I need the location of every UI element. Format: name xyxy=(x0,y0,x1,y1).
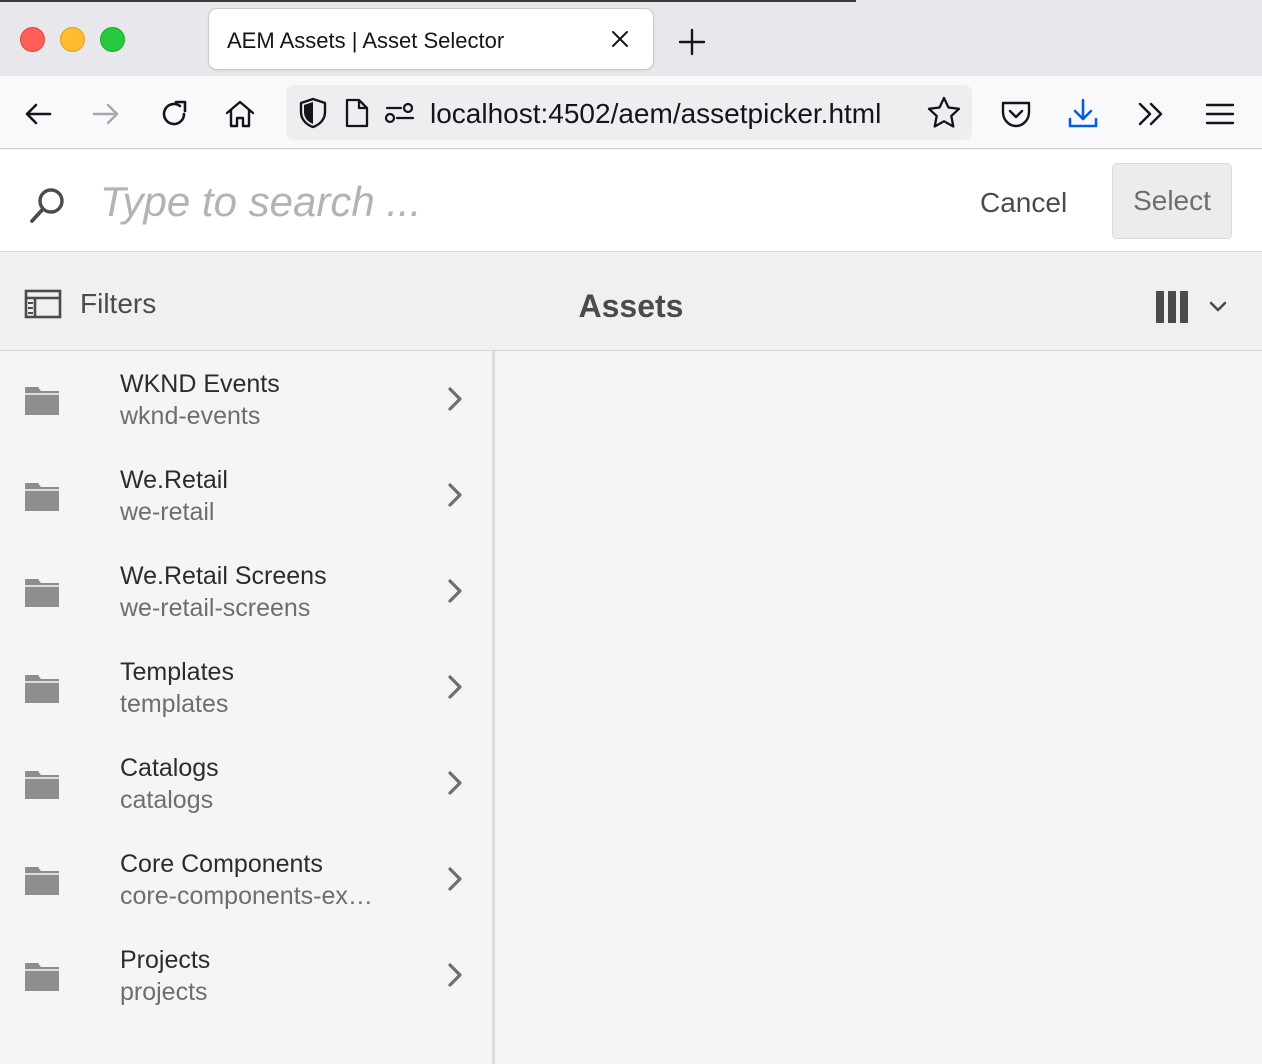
item-thumbnail xyxy=(0,447,90,543)
chevron-right-icon[interactable] xyxy=(444,866,466,892)
search-input[interactable] xyxy=(100,174,920,230)
item-thumbnail xyxy=(0,351,90,447)
browser-tab[interactable]: AEM Assets | Asset Selector xyxy=(209,9,653,69)
page-icon[interactable] xyxy=(344,97,370,129)
folder-icon xyxy=(25,387,59,415)
item-title: Projects xyxy=(120,946,211,974)
item-name: catalogs xyxy=(120,786,214,814)
item-thumbnail xyxy=(0,831,90,927)
list-item[interactable]: WKND Events wknd-events xyxy=(0,351,492,447)
item-name: we-retail-screens xyxy=(120,594,311,622)
action-bar: Filters Assets xyxy=(0,252,1262,351)
forward-arrow-icon[interactable] xyxy=(88,96,124,132)
item-title: Catalogs xyxy=(120,754,219,782)
item-text: We.Retail we-retail xyxy=(90,447,492,543)
minimize-window-button[interactable] xyxy=(60,27,85,52)
folder-icon xyxy=(25,579,59,607)
home-icon[interactable] xyxy=(222,96,258,132)
item-title: WKND Events xyxy=(120,370,280,398)
item-text: We.Retail Screens we-retail-screens xyxy=(90,543,492,639)
item-thumbnail xyxy=(0,927,90,1023)
zoom-window-button[interactable] xyxy=(100,27,125,52)
page-title: Assets xyxy=(578,288,684,324)
list-item[interactable]: We.Retail we-retail xyxy=(0,447,492,543)
close-window-button[interactable] xyxy=(20,27,45,52)
reload-icon[interactable] xyxy=(156,96,192,132)
overflow-chevrons-icon[interactable] xyxy=(1133,96,1169,132)
list-item[interactable]: Core Components core-components-exa... xyxy=(0,831,492,927)
item-text: Catalogs catalogs xyxy=(90,735,492,831)
item-name: templates xyxy=(120,690,229,718)
asset-selector-app: Cancel Select Filters Assets xyxy=(0,150,1262,1064)
cancel-button[interactable]: Cancel xyxy=(962,178,1085,228)
select-button[interactable]: Select xyxy=(1112,163,1232,239)
chevron-right-icon[interactable] xyxy=(444,386,466,412)
item-text: Core Components core-components-exa... xyxy=(90,831,492,927)
chevron-down-icon xyxy=(1209,301,1227,312)
item-title: We.Retail Screens xyxy=(120,562,327,590)
item-text: WKND Events wknd-events xyxy=(90,351,492,447)
window-top-edge xyxy=(0,0,856,2)
tab-title: AEM Assets | Asset Selector xyxy=(227,28,505,53)
folder-icon xyxy=(25,483,59,511)
view-switcher[interactable] xyxy=(1154,290,1228,324)
item-text: Projects projects xyxy=(90,927,492,1023)
list-item[interactable]: Templates templates xyxy=(0,639,492,735)
item-thumbnail xyxy=(0,639,90,735)
item-title: Templates xyxy=(120,658,234,686)
item-name: projects xyxy=(120,978,208,1006)
folder-icon xyxy=(25,771,59,799)
item-name: we-retail xyxy=(120,498,215,526)
item-name: wknd-events xyxy=(120,402,261,430)
search-bar: Cancel Select xyxy=(0,150,1262,252)
back-arrow-icon[interactable] xyxy=(20,96,56,132)
bookmark-star-icon[interactable] xyxy=(926,95,962,131)
download-icon[interactable] xyxy=(1065,96,1101,132)
list-item[interactable]: Catalogs catalogs xyxy=(0,735,492,831)
item-title: Core Components xyxy=(120,850,323,878)
chevron-right-icon[interactable] xyxy=(444,578,466,604)
empty-preview-column xyxy=(498,351,1262,1064)
list-item[interactable]: Projects projects xyxy=(0,927,492,1023)
column-view-icon xyxy=(1156,291,1188,323)
url-text[interactable]: localhost:4502/aem/assetpicker.html xyxy=(430,98,881,130)
permissions-icon[interactable] xyxy=(384,99,416,127)
close-tab-icon[interactable] xyxy=(607,26,633,52)
hamburger-menu-icon[interactable] xyxy=(1202,96,1238,132)
chevron-right-icon[interactable] xyxy=(444,962,466,988)
folder-icon xyxy=(25,867,59,895)
item-text: Templates templates xyxy=(90,639,492,735)
item-thumbnail xyxy=(0,543,90,639)
chevron-right-icon[interactable] xyxy=(444,482,466,508)
address-bar[interactable]: localhost:4502/aem/assetpicker.html xyxy=(286,85,972,140)
folder-icon xyxy=(25,675,59,703)
item-title: We.Retail xyxy=(120,466,228,494)
chevron-right-icon[interactable] xyxy=(444,770,466,796)
chevron-right-icon[interactable] xyxy=(444,674,466,700)
shield-icon[interactable] xyxy=(298,97,328,129)
search-icon xyxy=(30,188,64,223)
pocket-icon[interactable] xyxy=(998,96,1034,132)
item-thumbnail xyxy=(0,735,90,831)
browser-nav-bar: localhost:4502/aem/assetpicker.html xyxy=(0,76,1262,149)
new-tab-icon[interactable] xyxy=(676,26,708,58)
browser-tab-bar: AEM Assets | Asset Selector xyxy=(0,0,1262,76)
column-view-panel: WKND Events wknd-events We.Retail we-ret… xyxy=(0,351,495,1064)
list-item[interactable]: We.Retail Screens we-retail-screens xyxy=(0,543,492,639)
item-name: core-components-exa... xyxy=(120,882,380,910)
folder-icon xyxy=(25,963,59,991)
